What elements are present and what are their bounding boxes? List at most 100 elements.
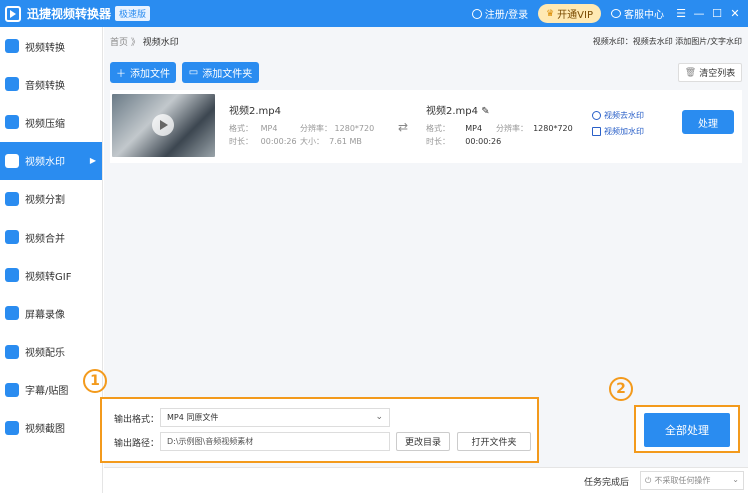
output-format-select[interactable]: MP4 同原文件 ⌄ xyxy=(160,408,390,427)
title-bar: 迅捷视频转换器 极速版 注册/登录 ♛ 开通VIP 客服中心 ☰ — ☐ ✕ xyxy=(0,0,748,27)
clear-list-button[interactable]: 🗑 清空列表 xyxy=(678,63,742,82)
trash-icon: 🗑 xyxy=(684,67,697,78)
folder-icon: ▭ xyxy=(188,67,199,78)
sidebar-item-video-to-gif[interactable]: 视频转GIF xyxy=(0,256,102,294)
process-all-button[interactable]: 全部处理 xyxy=(644,413,730,447)
target-format: 格式： MP4 xyxy=(426,124,483,133)
chat-icon xyxy=(611,9,621,18)
sidebar-item-label: 视频截图 xyxy=(25,424,65,436)
shuffle-icon: ⇄ xyxy=(398,120,409,134)
chevron-right-icon: ▶ xyxy=(89,156,96,166)
sidebar-item-label: 字幕/贴图 xyxy=(25,386,69,398)
video-merge-icon xyxy=(5,230,19,245)
after-task-select[interactable]: ⏻ 不采取任何操作 ⌄ xyxy=(640,471,744,490)
app-logo-icon xyxy=(5,5,21,22)
audio-convert-icon xyxy=(5,77,19,92)
vip-button[interactable]: ♛ 开通VIP xyxy=(538,4,601,23)
sidebar-item-video-watermark[interactable]: 视频水印 ▶ xyxy=(0,141,102,180)
sidebar-item-video-merge[interactable]: 视频合并 xyxy=(0,218,102,256)
sidebar-item-label: 视频分割 xyxy=(25,195,65,207)
source-duration: 时长： 00:00:26 xyxy=(229,137,297,146)
step-marker-1: 1 xyxy=(83,369,107,393)
file-row: 视频2.mp4 格式： MP4 分辨率： 1280*720 时长： 00:00:… xyxy=(110,90,742,163)
remove-watermark-icon xyxy=(592,111,601,120)
sidebar: 视频转换 音频转换 视频压缩 视频水印 ▶ 视频分割 视频合并 视频转GIF 屏幕… xyxy=(0,27,103,493)
service-label: 客服中心 xyxy=(624,10,664,21)
gif-icon xyxy=(5,268,19,283)
target-file-name: 视频2.mp4 ✎ xyxy=(426,106,490,117)
target-duration: 时长： 00:00:26 xyxy=(426,137,502,146)
sidebar-item-video-compress[interactable]: 视频压缩 xyxy=(0,103,102,141)
sidebar-item-audio-convert[interactable]: 音频转换 xyxy=(0,65,102,103)
source-size: 大小： 7.61 MB xyxy=(300,137,362,146)
video-thumbnail[interactable] xyxy=(112,94,215,157)
target-resolution: 分辨率： 1280*720 xyxy=(496,124,573,133)
add-file-button[interactable]: ＋ 添加文件 xyxy=(110,62,176,83)
source-file-name: 视频2.mp4 xyxy=(229,106,281,117)
sidebar-item-label: 视频转换 xyxy=(25,42,65,54)
output-settings: 输出格式： MP4 同原文件 ⌄ 输出路径： D:\示例图\音频视频素材 更改目录… xyxy=(100,397,539,463)
sidebar-item-video-music[interactable]: 视频配乐 xyxy=(0,333,102,371)
maximize-button[interactable]: ☐ xyxy=(710,7,724,20)
login-link[interactable]: 注册/登录 xyxy=(471,6,529,21)
edit-icon[interactable]: ✎ xyxy=(481,106,489,117)
process-all-highlight: 全部处理 xyxy=(634,405,740,453)
breadcrumb-separator: 》 xyxy=(130,38,140,48)
minimize-button[interactable]: — xyxy=(692,7,706,20)
add-folder-button[interactable]: ▭ 添加文件夹 xyxy=(182,62,259,83)
subtitle-icon xyxy=(5,382,19,397)
output-path-field[interactable]: D:\示例图\音频视频素材 xyxy=(160,432,390,451)
footer: 任务完成后 ⏻ 不采取任何操作 ⌄ xyxy=(104,467,748,493)
sidebar-item-screen-record[interactable]: 屏幕录像 xyxy=(0,294,102,332)
change-dir-button[interactable]: 更改目录 xyxy=(396,432,450,451)
edition-badge: 极速版 xyxy=(115,6,151,21)
chevron-down-icon: ⌄ xyxy=(732,475,739,484)
add-watermark-link[interactable]: 视频加水印 xyxy=(592,126,644,137)
video-compress-icon xyxy=(5,115,19,130)
process-button[interactable]: 处理 xyxy=(682,110,734,134)
crown-icon: ♛ xyxy=(546,8,555,19)
vip-label: 开通VIP xyxy=(557,10,593,21)
source-format: 格式： MP4 xyxy=(229,124,278,133)
user-icon xyxy=(471,8,482,19)
play-icon[interactable] xyxy=(152,114,174,136)
remove-watermark-link[interactable]: 视频去水印 xyxy=(592,110,644,121)
screenshot-icon xyxy=(5,420,19,435)
after-task-label: 任务完成后 xyxy=(584,478,630,488)
customer-service-link[interactable]: 客服中心 xyxy=(611,6,664,21)
app-title: 迅捷视频转换器 xyxy=(27,7,112,21)
sidebar-item-video-split[interactable]: 视频分割 xyxy=(0,180,102,218)
sidebar-item-label: 屏幕录像 xyxy=(25,309,65,321)
output-path-label: 输出路径： xyxy=(114,439,160,449)
sidebar-item-video-convert[interactable]: 视频转换 xyxy=(0,27,102,65)
screen-record-icon xyxy=(5,306,19,321)
music-icon xyxy=(5,344,19,359)
feature-links: 视频水印：视频去水印 添加图片/文字水印 xyxy=(592,37,742,46)
clear-list-label: 清空列表 xyxy=(699,69,736,79)
output-format-value: MP4 同原文件 xyxy=(167,413,219,422)
breadcrumb-current: 视频水印 xyxy=(142,38,179,48)
close-button[interactable]: ✕ xyxy=(728,7,742,20)
add-watermark-icon xyxy=(592,127,601,136)
sidebar-item-label: 视频转GIF xyxy=(25,271,72,283)
sidebar-item-label: 视频合并 xyxy=(25,233,65,245)
breadcrumb-home[interactable]: 首页 xyxy=(110,38,128,48)
plus-icon: ＋ xyxy=(116,69,126,80)
after-task-value: 不采取任何操作 xyxy=(654,476,711,485)
sidebar-item-label: 视频配乐 xyxy=(25,348,65,360)
power-icon: ⏻ xyxy=(645,475,652,485)
output-format-label: 输出格式： xyxy=(114,415,160,425)
step-marker-2: 2 xyxy=(609,377,633,401)
video-split-icon xyxy=(5,191,19,206)
chevron-down-icon: ⌄ xyxy=(375,412,383,422)
menu-icon[interactable]: ☰ xyxy=(674,7,688,20)
sidebar-item-label: 视频水印 xyxy=(25,157,65,169)
add-folder-label: 添加文件夹 xyxy=(202,69,253,80)
sidebar-item-video-screenshot[interactable]: 视频截图 xyxy=(0,409,102,447)
sidebar-item-label: 音频转换 xyxy=(25,80,65,92)
sidebar-item-label: 视频压缩 xyxy=(25,118,65,130)
login-label: 注册/登录 xyxy=(484,10,529,21)
watermark-icon xyxy=(5,153,19,168)
breadcrumb: 首页 》 视频水印 xyxy=(110,35,179,48)
open-folder-button[interactable]: 打开文件夹 xyxy=(457,432,531,451)
